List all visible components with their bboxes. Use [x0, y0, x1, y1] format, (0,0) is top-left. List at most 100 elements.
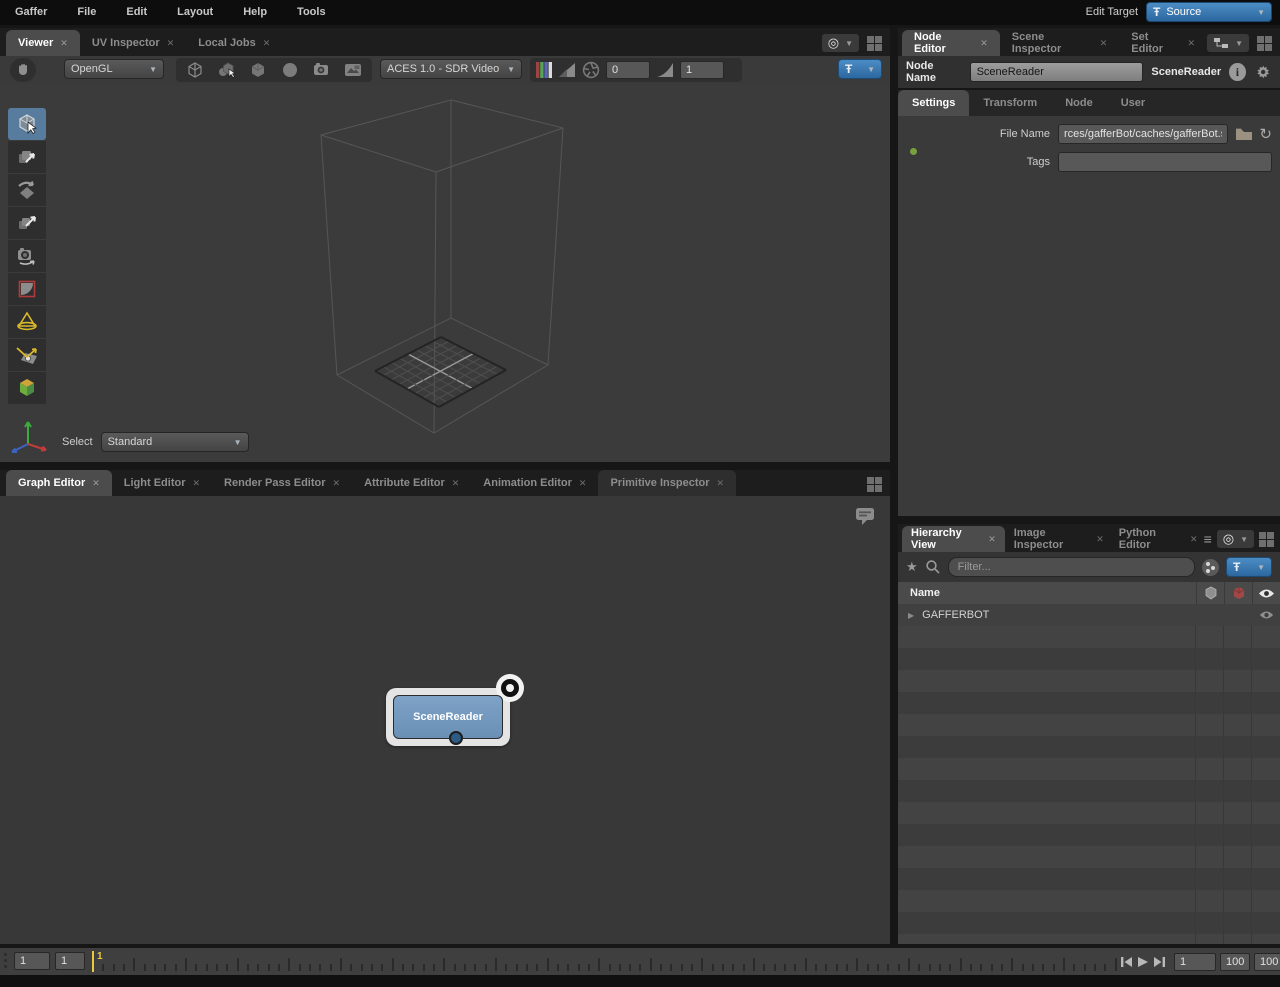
drag-handle[interactable]	[4, 953, 7, 968]
close-icon[interactable]: ✕	[980, 38, 988, 49]
aperture-icon[interactable]	[582, 61, 600, 79]
layout-menu-icon[interactable]	[867, 477, 882, 492]
tab-viewer[interactable]: Viewer ✕	[6, 30, 80, 56]
collapse-all-icon[interactable]	[1202, 558, 1219, 576]
expand-icon[interactable]: ▶	[898, 611, 922, 620]
solid-cube-icon[interactable]	[243, 59, 273, 81]
tab-attribute-editor[interactable]: Attribute Editor ✕	[352, 470, 471, 496]
filter-input[interactable]	[947, 557, 1195, 577]
annotations-icon[interactable]	[854, 506, 876, 526]
shaded-objects-cursor-icon[interactable]	[212, 59, 242, 81]
close-icon[interactable]: ✕	[1190, 534, 1198, 545]
menu-edit[interactable]: Edit	[111, 0, 162, 25]
camera-tool-button[interactable]	[8, 240, 46, 272]
light-tool-button[interactable]	[8, 306, 46, 338]
tab-hierarchy-view[interactable]: Hierarchy View ✕	[902, 526, 1005, 552]
node-set-menu[interactable]: ▼	[1207, 34, 1250, 52]
close-icon[interactable]: ✕	[333, 478, 341, 489]
editor-focus-menu[interactable]: ◎ ▼	[821, 34, 859, 52]
close-icon[interactable]: ✕	[193, 478, 201, 489]
exposure-input[interactable]	[606, 61, 650, 79]
layout-menu-icon[interactable]	[1257, 35, 1273, 51]
close-icon[interactable]: ✕	[1100, 38, 1108, 49]
rgb-channels-icon[interactable]	[536, 61, 552, 79]
light-position-tool-button[interactable]	[8, 339, 46, 371]
reload-icon[interactable]: ↻	[1259, 125, 1272, 143]
tab-graph-editor[interactable]: Graph Editor ✕	[6, 470, 112, 496]
tab-python-editor[interactable]: Python Editor ✕	[1113, 526, 1204, 552]
skip-start-icon[interactable]	[1120, 956, 1133, 968]
gamma-icon[interactable]	[656, 62, 674, 78]
tab-animation-editor[interactable]: Animation Editor ✕	[471, 470, 598, 496]
close-icon[interactable]: ✕	[717, 478, 725, 489]
pause-viewer-button[interactable]	[10, 58, 36, 82]
node-output-plug[interactable]	[449, 731, 463, 745]
range-end-input[interactable]	[1220, 952, 1250, 971]
wireframe-cube-icon[interactable]	[180, 59, 210, 81]
sphere-icon[interactable]	[275, 59, 305, 81]
tab-render-pass-editor[interactable]: Render Pass Editor ✕	[212, 470, 352, 496]
menu-layout[interactable]: Layout	[162, 0, 228, 25]
inclusions-column-icon[interactable]	[1196, 582, 1224, 604]
editor-focus-menu[interactable]: ◎ ▼	[1216, 530, 1254, 548]
crop-window-tool-button[interactable]	[8, 273, 46, 305]
select-mode-dropdown[interactable]: Standard ▼	[100, 432, 249, 452]
subtab-transform[interactable]: Transform	[969, 90, 1051, 116]
layout-menu-icon[interactable]	[867, 35, 882, 51]
viewer-focus-dropdown[interactable]: Ŧ ▼	[838, 59, 882, 79]
tab-image-inspector[interactable]: Image Inspector ✕	[1005, 526, 1113, 552]
close-icon[interactable]: ✕	[92, 478, 100, 489]
tab-set-editor[interactable]: Set Editor ✕	[1119, 30, 1207, 56]
selection-tool-button[interactable]	[8, 108, 46, 140]
close-icon[interactable]: ✕	[988, 534, 996, 545]
current-frame-input[interactable]	[1174, 952, 1216, 971]
menu-help[interactable]: Help	[228, 0, 282, 25]
playhead[interactable]	[92, 951, 94, 972]
exclusions-column-icon[interactable]	[1224, 582, 1252, 604]
info-icon[interactable]: i	[1229, 63, 1246, 81]
viewport-3d[interactable]: Select Standard ▼	[0, 84, 890, 462]
tab-uv-inspector[interactable]: UV Inspector ✕	[80, 30, 186, 56]
menu-gaffer[interactable]: Gaffer	[0, 0, 62, 25]
edit-scene-tool-button[interactable]	[8, 372, 46, 404]
menu-file[interactable]: File	[62, 0, 111, 25]
close-icon[interactable]: ✕	[579, 478, 587, 489]
node-name-input[interactable]	[969, 62, 1144, 82]
renderer-dropdown[interactable]: OpenGL ▼	[64, 59, 164, 79]
hierarchy-rows[interactable]: ▶ GAFFERBOT	[898, 604, 1280, 944]
tags-input[interactable]	[1058, 152, 1272, 172]
hierarchy-header[interactable]: Name	[898, 582, 1280, 604]
row-visibility-icon[interactable]	[1252, 604, 1280, 626]
gamma-input[interactable]	[680, 61, 724, 79]
translate-tool-button[interactable]	[8, 141, 46, 173]
subtab-user[interactable]: User	[1107, 90, 1159, 116]
skip-end-icon[interactable]	[1153, 956, 1166, 968]
close-icon[interactable]: ✕	[452, 478, 460, 489]
scene-reader-node[interactable]: SceneReader	[386, 674, 524, 746]
gear-icon[interactable]	[1254, 62, 1272, 82]
render-image-icon[interactable]	[338, 59, 368, 81]
display-transform-dropdown[interactable]: ACES 1.0 - SDR Video ▼	[380, 59, 522, 79]
close-icon[interactable]: ✕	[167, 38, 175, 49]
folder-icon[interactable]	[1235, 127, 1253, 141]
close-icon[interactable]: ✕	[1188, 38, 1196, 49]
tab-node-editor[interactable]: Node Editor ✕	[902, 30, 1000, 56]
close-icon[interactable]: ✕	[60, 38, 68, 49]
camera-icon[interactable]	[307, 59, 337, 81]
timeline-ruler[interactable]: 1	[86, 948, 1117, 975]
clamp-end-input[interactable]	[1254, 952, 1280, 971]
hierarchy-focus-dropdown[interactable]: Ŧ ▼	[1226, 557, 1272, 577]
current-frame-left-input[interactable]	[55, 952, 85, 970]
tab-scene-inspector[interactable]: Scene Inspector ✕	[1000, 30, 1120, 56]
exposure-icon[interactable]	[558, 62, 576, 78]
menu-tools[interactable]: Tools	[282, 0, 341, 25]
tab-primitive-inspector[interactable]: Primitive Inspector ✕	[598, 470, 737, 496]
rotate-tool-button[interactable]	[8, 174, 46, 206]
close-icon[interactable]: ✕	[1096, 534, 1104, 545]
tab-local-jobs[interactable]: Local Jobs ✕	[186, 30, 282, 56]
table-row-gafferbot[interactable]: ▶ GAFFERBOT	[898, 604, 1280, 626]
layout-menu-icon[interactable]	[1259, 531, 1274, 547]
subtab-settings[interactable]: Settings	[898, 90, 970, 116]
tab-light-editor[interactable]: Light Editor ✕	[112, 470, 212, 496]
graph-canvas[interactable]: SceneReader	[0, 496, 890, 944]
